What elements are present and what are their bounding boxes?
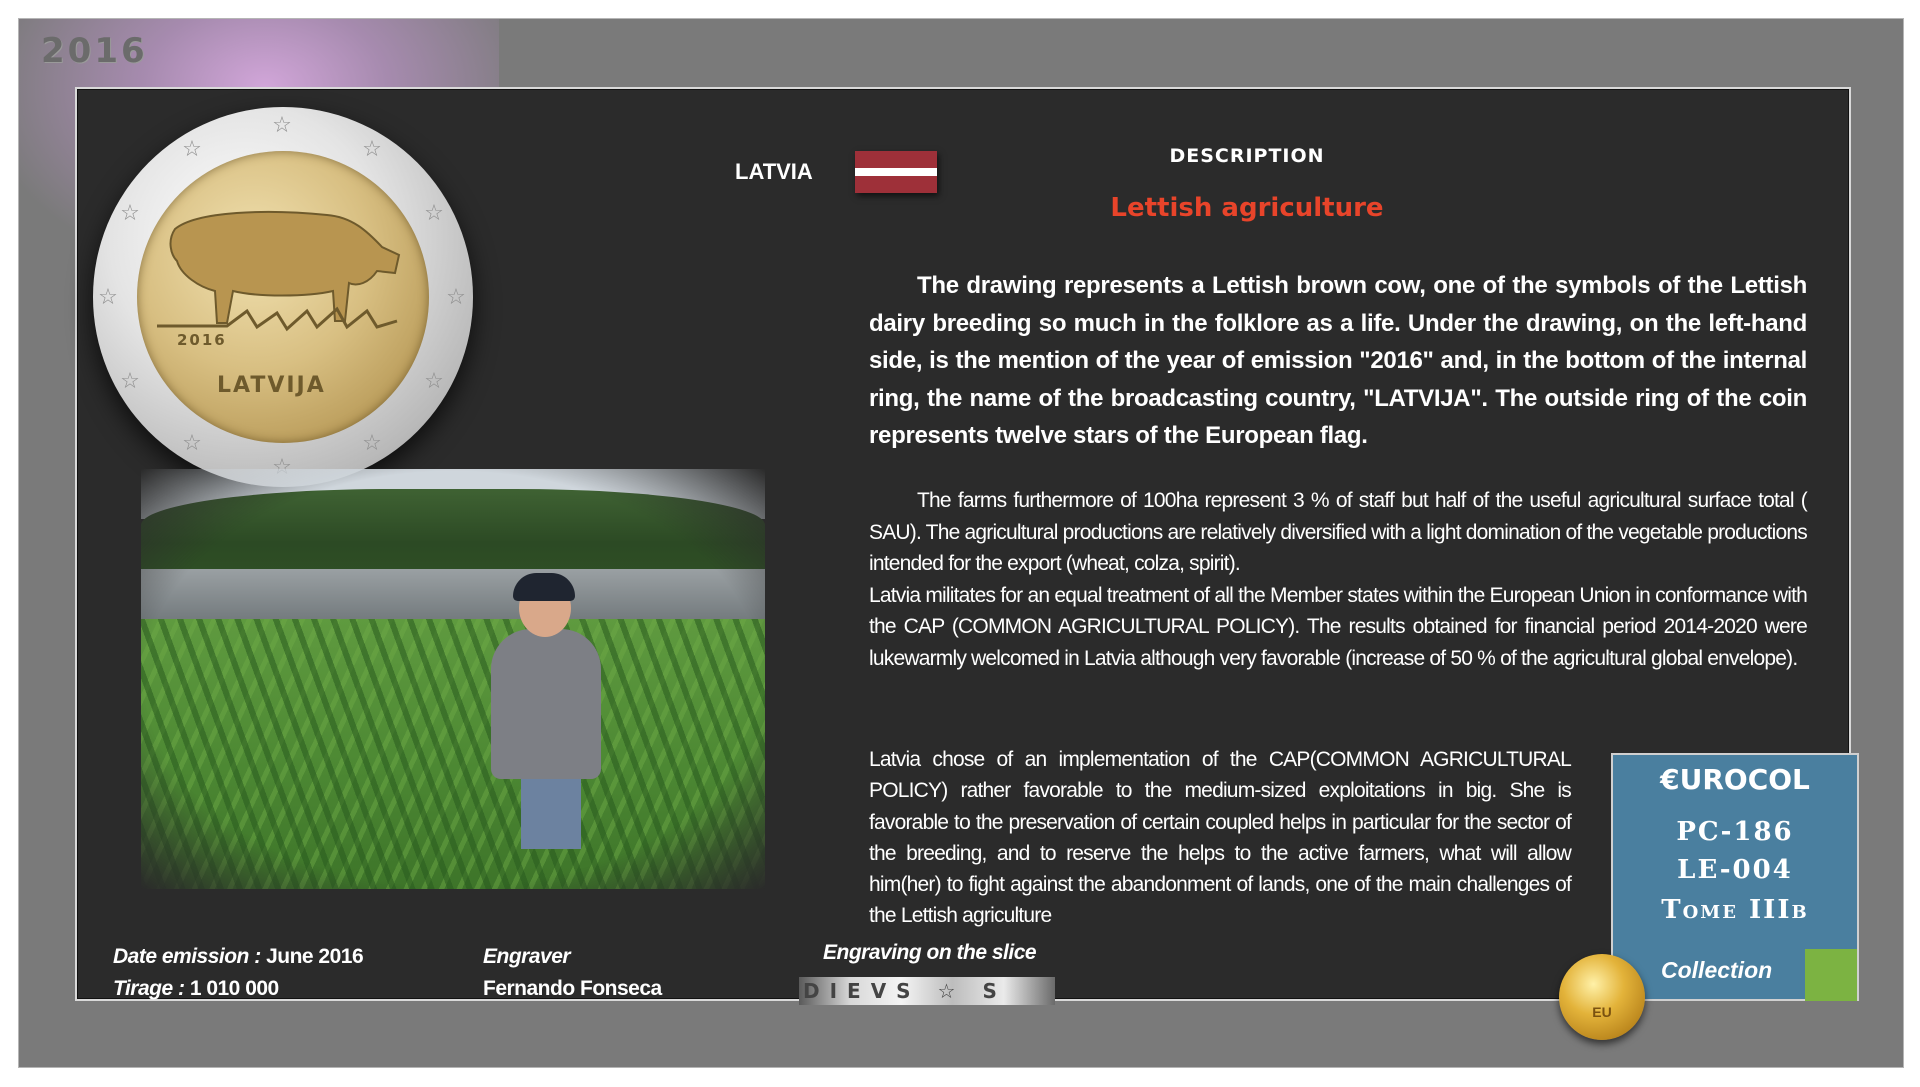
description-paragraph-1: The drawing represents a Lettish brown c…: [869, 267, 1807, 455]
farmer-photo: [141, 469, 765, 889]
star-icon: ☆: [120, 201, 140, 226]
star-icon: ☆: [424, 369, 444, 394]
date-emission: Date emission : June 2016: [113, 945, 364, 969]
tirage-value: 1 010 000: [189, 977, 279, 1000]
photo-corn-field: [141, 619, 765, 889]
photo-man-legs: [521, 769, 581, 849]
photo-man-body: [491, 629, 601, 779]
paragraph-1-text: The drawing represents a Lettish brown c…: [869, 272, 1807, 449]
description-paragraph-2: The farms furthermore of 100ha represent…: [869, 485, 1808, 674]
eurocol-code-1: PC-186: [1676, 817, 1794, 847]
engraver-name: Fernando Fonseca: [483, 977, 662, 1000]
engraver-label-text: Engraver: [483, 945, 571, 968]
description-heading: DESCRIPTION: [1169, 145, 1325, 167]
slice-label: Engraving on the slice: [823, 941, 1037, 965]
coin-year: 2016: [177, 331, 227, 349]
eu-wax-seal-icon: EU: [1559, 954, 1645, 1040]
engraver-label: Engraver: [483, 945, 571, 969]
seal-eu-text: EU: [1592, 1004, 1612, 1020]
page-frame: 2016 ☆ ☆ ☆ ☆ ☆ ☆ ☆ ☆ ☆ ☆ ☆ ☆ 2016 LATVIJ…: [18, 18, 1904, 1068]
date-label: Date emission :: [113, 945, 267, 968]
cow-icon: [157, 210, 401, 332]
coin-image: ☆ ☆ ☆ ☆ ☆ ☆ ☆ ☆ ☆ ☆ ☆ ☆ 2016 LATVIJA: [93, 107, 473, 487]
collection-swatch: [1805, 949, 1857, 1001]
eurocol-code-2: LE-004: [1677, 855, 1793, 885]
date-value: June 2016: [266, 945, 364, 968]
tirage: Tirage : 1 010 000: [113, 977, 279, 1001]
star-icon: ☆: [120, 369, 140, 394]
paragraph-3-text: Latvia militates for an equal treatment …: [869, 583, 1808, 670]
coin-center: 2016 LATVIJA: [137, 151, 429, 443]
country-label: LATVIA: [735, 159, 813, 184]
corner-year: 2016: [41, 31, 148, 71]
description-subtitle: Lettish agriculture: [1110, 193, 1384, 223]
star-icon: ☆: [362, 137, 382, 162]
star-icon: ☆: [362, 431, 382, 456]
star-icon: ☆: [272, 113, 292, 138]
eurocol-box: €UROCOL PC-186 LE-004 Tome IIIb Collecti…: [1611, 753, 1859, 1001]
star-icon: ☆: [424, 201, 444, 226]
content-panel: ☆ ☆ ☆ ☆ ☆ ☆ ☆ ☆ ☆ ☆ ☆ ☆ 2016 LATVIJA LAT…: [75, 87, 1859, 1001]
star-icon: ☆: [98, 285, 118, 310]
eurocol-collection: Collection: [1661, 957, 1773, 983]
star-icon: ☆: [446, 285, 466, 310]
description-paragraph-4: Latvia chose of an implementation of the…: [869, 723, 1572, 953]
star-icon: ☆: [182, 431, 202, 456]
eurocol-tome: Tome IIIb: [1661, 895, 1809, 925]
edge-lettering-image: DIEVS ☆ S: [799, 977, 1055, 1005]
latvia-flag-icon: [855, 151, 937, 193]
coin-country-name: LATVIJA: [217, 373, 326, 398]
eurocol-title: €UROCOL: [1660, 763, 1810, 796]
star-icon: ☆: [182, 137, 202, 162]
photo-man-cap: [513, 573, 575, 601]
tirage-label: Tirage :: [113, 977, 190, 1000]
slice-label-text: Engraving on the slice: [823, 941, 1037, 964]
photo-trees: [141, 489, 765, 579]
paragraph-2-text: The farms furthermore of 100ha represent…: [869, 489, 1808, 575]
paragraph-4-text: Latvia chose of an implementation of the…: [869, 748, 1572, 928]
